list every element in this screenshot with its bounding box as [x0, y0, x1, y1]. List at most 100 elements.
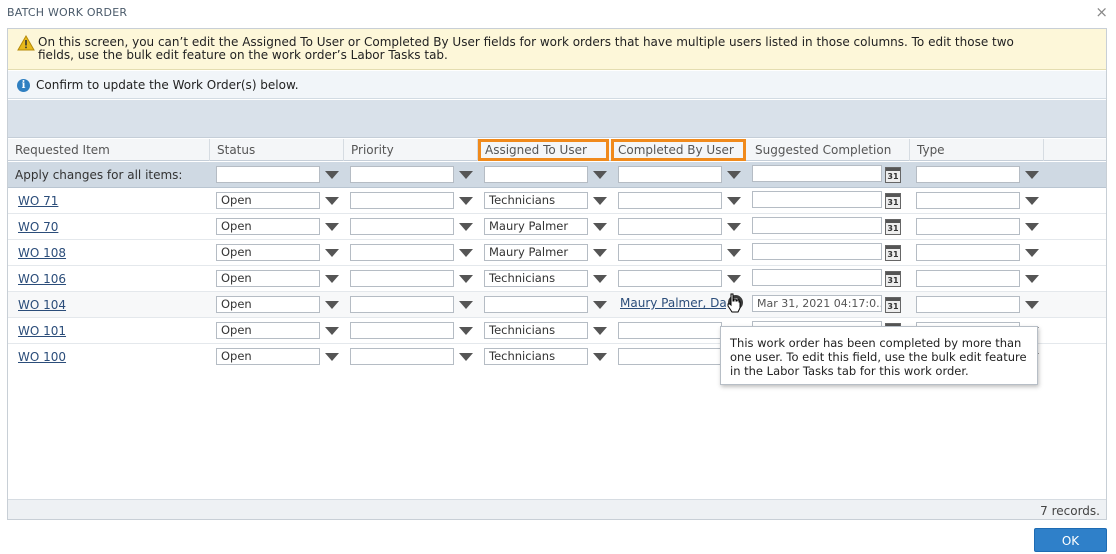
chevron-down-icon[interactable] — [325, 353, 339, 361]
apply-type-combo[interactable] — [916, 166, 1020, 183]
column-header-assigned-to-user[interactable]: Assigned To User — [478, 139, 609, 161]
priority-combo[interactable] — [350, 348, 454, 365]
chevron-down-icon[interactable] — [459, 275, 473, 283]
chevron-down-icon[interactable] — [1025, 275, 1039, 283]
chevron-down-icon[interactable] — [593, 249, 607, 257]
priority-combo[interactable] — [350, 296, 454, 313]
date-input[interactable] — [752, 269, 882, 286]
type-combo[interactable] — [916, 270, 1020, 287]
calendar-icon[interactable]: 31 — [885, 167, 901, 183]
chevron-down-icon[interactable] — [1025, 171, 1039, 179]
chevron-down-icon[interactable] — [727, 275, 741, 283]
priority-combo[interactable] — [350, 322, 454, 339]
assigned-combo[interactable] — [484, 296, 588, 313]
chevron-down-icon[interactable] — [1025, 197, 1039, 205]
chevron-down-icon[interactable] — [593, 301, 607, 309]
chevron-down-icon[interactable] — [325, 275, 339, 283]
type-combo[interactable] — [916, 296, 1020, 313]
completed-combo[interactable] — [618, 218, 722, 235]
chevron-down-icon[interactable] — [459, 197, 473, 205]
apply-status-combo[interactable] — [216, 166, 320, 183]
assigned-combo[interactable]: Technicians — [484, 322, 588, 339]
priority-combo[interactable] — [350, 270, 454, 287]
completed-combo[interactable] — [618, 270, 722, 287]
chevron-down-icon[interactable] — [593, 171, 607, 179]
chevron-down-icon[interactable] — [593, 223, 607, 231]
calendar-icon[interactable]: 31 — [885, 271, 901, 287]
status-combo[interactable]: Open — [216, 192, 320, 209]
chevron-down-icon[interactable] — [593, 327, 607, 335]
priority-combo[interactable] — [350, 218, 454, 235]
chevron-down-icon[interactable] — [1025, 249, 1039, 257]
chevron-down-icon[interactable] — [593, 275, 607, 283]
chevron-down-icon[interactable] — [727, 249, 741, 257]
work-order-link[interactable]: WO 100 — [18, 350, 66, 364]
column-header-type[interactable]: Type — [910, 139, 1044, 161]
chevron-down-icon[interactable] — [325, 197, 339, 205]
work-order-link[interactable]: WO 70 — [18, 220, 58, 234]
status-combo[interactable]: Open — [216, 244, 320, 261]
chevron-down-icon[interactable] — [1025, 223, 1039, 231]
chevron-down-icon[interactable] — [459, 327, 473, 335]
completed-combo[interactable] — [618, 322, 722, 339]
assigned-combo[interactable]: Technicians — [484, 348, 588, 365]
chevron-down-icon[interactable] — [727, 197, 741, 205]
chevron-down-icon[interactable] — [727, 223, 741, 231]
work-order-link[interactable]: WO 108 — [18, 246, 66, 260]
column-header-status[interactable]: Status — [210, 139, 344, 161]
status-combo[interactable]: Open — [216, 348, 320, 365]
chevron-down-icon[interactable] — [1025, 301, 1039, 309]
work-order-link[interactable]: WO 101 — [18, 324, 66, 338]
work-order-link[interactable]: WO 106 — [18, 272, 66, 286]
completed-by-multiple-users-link[interactable]: Maury Palmer, Da... — [620, 296, 726, 310]
status-combo[interactable]: Open — [216, 296, 320, 313]
status-combo[interactable]: Open — [216, 322, 320, 339]
chevron-down-icon[interactable] — [459, 353, 473, 361]
priority-combo[interactable] — [350, 192, 454, 209]
chevron-down-icon[interactable] — [727, 171, 741, 179]
assigned-combo[interactable]: Technicians — [484, 192, 588, 209]
type-combo[interactable] — [916, 192, 1020, 209]
column-header-suggested-completion-date[interactable]: Suggested Completion Date — [748, 139, 910, 179]
completed-combo[interactable] — [618, 348, 722, 365]
column-header-priority[interactable]: Priority — [344, 139, 478, 161]
date-input[interactable] — [752, 217, 882, 234]
column-header-requested-item[interactable]: Requested Item — [8, 139, 210, 161]
chevron-down-icon[interactable] — [459, 171, 473, 179]
column-header-completed-by-user[interactable]: Completed By User — [611, 139, 746, 161]
chevron-down-icon[interactable] — [459, 301, 473, 309]
apply-assigned-combo[interactable] — [484, 166, 588, 183]
calendar-icon[interactable]: 31 — [885, 297, 901, 313]
chevron-down-icon[interactable] — [459, 249, 473, 257]
completed-combo[interactable] — [618, 244, 722, 261]
calendar-icon[interactable]: 31 — [885, 219, 901, 235]
date-input[interactable]: Mar 31, 2021 04:17:0... — [752, 295, 882, 312]
chevron-down-icon[interactable] — [325, 171, 339, 179]
apply-date-input[interactable] — [752, 165, 882, 182]
assigned-combo[interactable]: Technicians — [484, 270, 588, 287]
chevron-down-icon[interactable] — [325, 249, 339, 257]
close-icon[interactable]: × — [1095, 3, 1108, 21]
chevron-down-icon[interactable] — [325, 301, 339, 309]
status-combo[interactable]: Open — [216, 270, 320, 287]
apply-completed-combo[interactable] — [618, 166, 722, 183]
chevron-down-icon[interactable] — [593, 353, 607, 361]
ok-button[interactable]: OK — [1034, 528, 1107, 552]
date-input[interactable] — [752, 191, 882, 208]
chevron-down-icon[interactable] — [459, 223, 473, 231]
completed-combo[interactable] — [618, 192, 722, 209]
calendar-icon[interactable]: 31 — [885, 193, 901, 209]
work-order-link[interactable]: WO 104 — [18, 298, 66, 312]
chevron-down-icon[interactable] — [593, 197, 607, 205]
chevron-down-icon[interactable] — [325, 223, 339, 231]
type-combo[interactable] — [916, 244, 1020, 261]
apply-priority-combo[interactable] — [350, 166, 454, 183]
calendar-icon[interactable]: 31 — [885, 245, 901, 261]
date-input[interactable] — [752, 243, 882, 260]
priority-combo[interactable] — [350, 244, 454, 261]
chevron-down-icon[interactable] — [325, 327, 339, 335]
status-combo[interactable]: Open — [216, 218, 320, 235]
assigned-combo[interactable]: Maury Palmer — [484, 244, 588, 261]
type-combo[interactable] — [916, 218, 1020, 235]
work-order-link[interactable]: WO 71 — [18, 194, 58, 208]
